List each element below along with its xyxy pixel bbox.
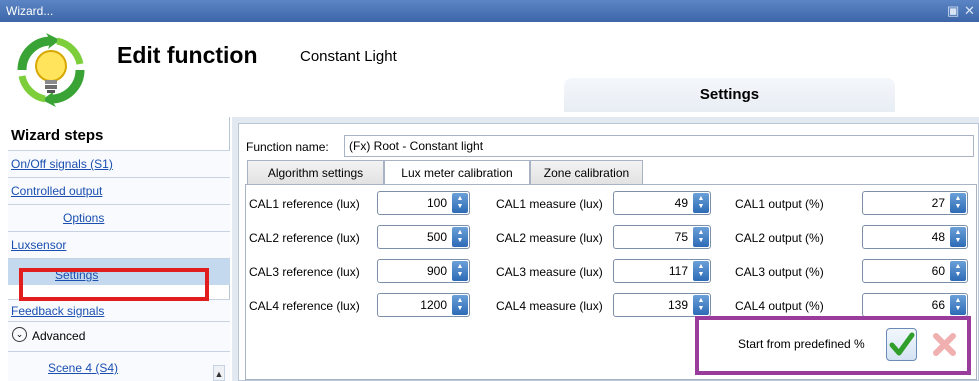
cal1-reference-value: 100: [426, 196, 447, 210]
cal4-measure-stepper[interactable]: 139 ▲ ▼: [613, 293, 711, 317]
cal2-reference-label: CAL2 reference (lux): [249, 231, 360, 245]
start-from-predefined-label: Start from predefined %: [738, 337, 865, 351]
spin-arrows-icon[interactable]: ▲ ▼: [452, 227, 468, 247]
cross-icon: [933, 333, 956, 356]
spin-arrows-icon[interactable]: ▲ ▼: [452, 295, 468, 315]
spin-arrows-icon[interactable]: ▲ ▼: [452, 193, 468, 213]
cal1-output-value: 27: [931, 196, 945, 210]
close-icon[interactable]: ✕: [964, 3, 975, 19]
cal4-measure-label: CAL4 measure (lux): [496, 299, 603, 313]
cal1-output-stepper[interactable]: 27 ▲ ▼: [862, 191, 968, 215]
cal1-reference-stepper[interactable]: 100 ▲ ▼: [377, 191, 470, 215]
sidebar-item-label[interactable]: Options: [63, 211, 104, 225]
settings-area: Function name: (Fx) Root - Constant ligh…: [232, 117, 979, 381]
cancel-button[interactable]: [929, 328, 960, 361]
cal3-output-value: 60: [931, 264, 945, 278]
window-titlebar: Wizard... ▣ ✕: [0, 0, 979, 22]
checkmark-icon: [889, 332, 915, 356]
window-title: Wizard...: [6, 4, 54, 18]
spin-arrows-icon[interactable]: ▲ ▼: [950, 295, 966, 315]
tab-settings-header[interactable]: Settings: [564, 78, 895, 112]
cal4-output-value: 66: [931, 298, 945, 312]
cal3-reference-label: CAL3 reference (lux): [249, 265, 360, 279]
cal1-measure-stepper[interactable]: 49 ▲ ▼: [613, 191, 711, 215]
sidebar-item-label[interactable]: Feedback signals: [11, 304, 104, 318]
spin-arrows-icon[interactable]: ▲ ▼: [693, 227, 709, 247]
cal1-measure-label: CAL1 measure (lux): [496, 197, 603, 211]
cal4-output-stepper[interactable]: 66 ▲ ▼: [862, 293, 968, 317]
sidebar-item-scene4[interactable]: Scene 4 (S4): [8, 351, 230, 381]
chevron-down-icon[interactable]: ⌄: [12, 327, 27, 342]
cal3-output-label: CAL3 output (%): [735, 265, 824, 279]
spin-arrows-icon[interactable]: ▲ ▼: [950, 227, 966, 247]
restore-icon[interactable]: ▣: [947, 3, 959, 19]
selection-highlight-box: [19, 268, 209, 301]
cal1-output-label: CAL1 output (%): [735, 197, 824, 211]
spin-arrows-icon[interactable]: ▲ ▼: [452, 261, 468, 281]
predefined-highlight-box: Start from predefined %: [695, 316, 971, 375]
wizard-steps-sidebar: Wizard steps On/Off signals (S1) Control…: [8, 117, 230, 381]
cal1-measure-value: 49: [674, 196, 688, 210]
sidebar-item-label[interactable]: Scene 4 (S4): [48, 361, 118, 375]
settings-panel: Function name: (Fx) Root - Constant ligh…: [238, 123, 979, 381]
confirm-button[interactable]: [886, 328, 917, 361]
cal2-measure-value: 75: [674, 230, 688, 244]
cal2-output-label: CAL2 output (%): [735, 231, 824, 245]
cal2-output-value: 48: [931, 230, 945, 244]
cal4-reference-stepper[interactable]: 1200 ▲ ▼: [377, 293, 470, 317]
sidebar-item-label[interactable]: On/Off signals (S1): [11, 157, 113, 171]
cal1-reference-label: CAL1 reference (lux): [249, 197, 360, 211]
sidebar-item-luxsensor[interactable]: Luxsensor: [8, 231, 230, 258]
cal3-reference-stepper[interactable]: 900 ▲ ▼: [377, 259, 470, 283]
sidebar-item-controlled-output[interactable]: Controlled output: [8, 177, 230, 204]
cal3-output-stepper[interactable]: 60 ▲ ▼: [862, 259, 968, 283]
cal4-output-label: CAL4 output (%): [735, 299, 824, 313]
cal3-measure-value: 117: [668, 264, 688, 278]
function-type: Constant Light: [300, 48, 397, 65]
lightbulb-cycle-icon: [17, 33, 85, 107]
cal3-reference-value: 900: [426, 264, 447, 278]
cal2-measure-label: CAL2 measure (lux): [496, 231, 603, 245]
spin-arrows-icon[interactable]: ▲ ▼: [950, 193, 966, 213]
cal4-measure-value: 139: [667, 298, 688, 312]
sidebar-item-options[interactable]: Options: [8, 204, 230, 231]
scroll-up-arrow-icon[interactable]: ▲: [213, 365, 225, 381]
cal3-measure-stepper[interactable]: 117 ▲ ▼: [613, 259, 711, 283]
wizard-header: Edit function Constant Light Settings: [0, 22, 979, 117]
page-title: Edit function: [117, 42, 258, 68]
sidebar-item-label[interactable]: Controlled output: [11, 184, 102, 198]
spin-arrows-icon[interactable]: ▲ ▼: [950, 261, 966, 281]
tab-lux-meter-calibration[interactable]: Lux meter calibration: [384, 160, 530, 185]
cal2-output-stepper[interactable]: 48 ▲ ▼: [862, 225, 968, 249]
function-name-input[interactable]: (Fx) Root - Constant light: [344, 135, 974, 157]
cal2-measure-stepper[interactable]: 75 ▲ ▼: [613, 225, 711, 249]
spin-arrows-icon[interactable]: ▲ ▼: [693, 295, 709, 315]
tab-zone-calibration[interactable]: Zone calibration: [530, 160, 643, 184]
cal2-reference-stepper[interactable]: 500 ▲ ▼: [377, 225, 470, 249]
cal4-reference-value: 1200: [420, 298, 447, 312]
cal3-measure-label: CAL3 measure (lux): [496, 265, 603, 279]
sidebar-item-advanced[interactable]: ⌄ Advanced: [8, 321, 230, 351]
spin-arrows-icon[interactable]: ▲ ▼: [693, 261, 709, 281]
function-name-label: Function name:: [246, 140, 329, 154]
tab-algorithm-settings[interactable]: Algorithm settings: [247, 160, 384, 184]
sidebar-item-label: Advanced: [32, 329, 86, 343]
cal4-reference-label: CAL4 reference (lux): [249, 299, 360, 313]
sidebar-item-label[interactable]: Luxsensor: [11, 238, 66, 252]
sidebar-item-onoff-signals[interactable]: On/Off signals (S1): [8, 150, 230, 177]
cal2-reference-value: 500: [426, 230, 447, 244]
spin-arrows-icon[interactable]: ▲ ▼: [693, 193, 709, 213]
sidebar-title: Wizard steps: [11, 127, 104, 144]
